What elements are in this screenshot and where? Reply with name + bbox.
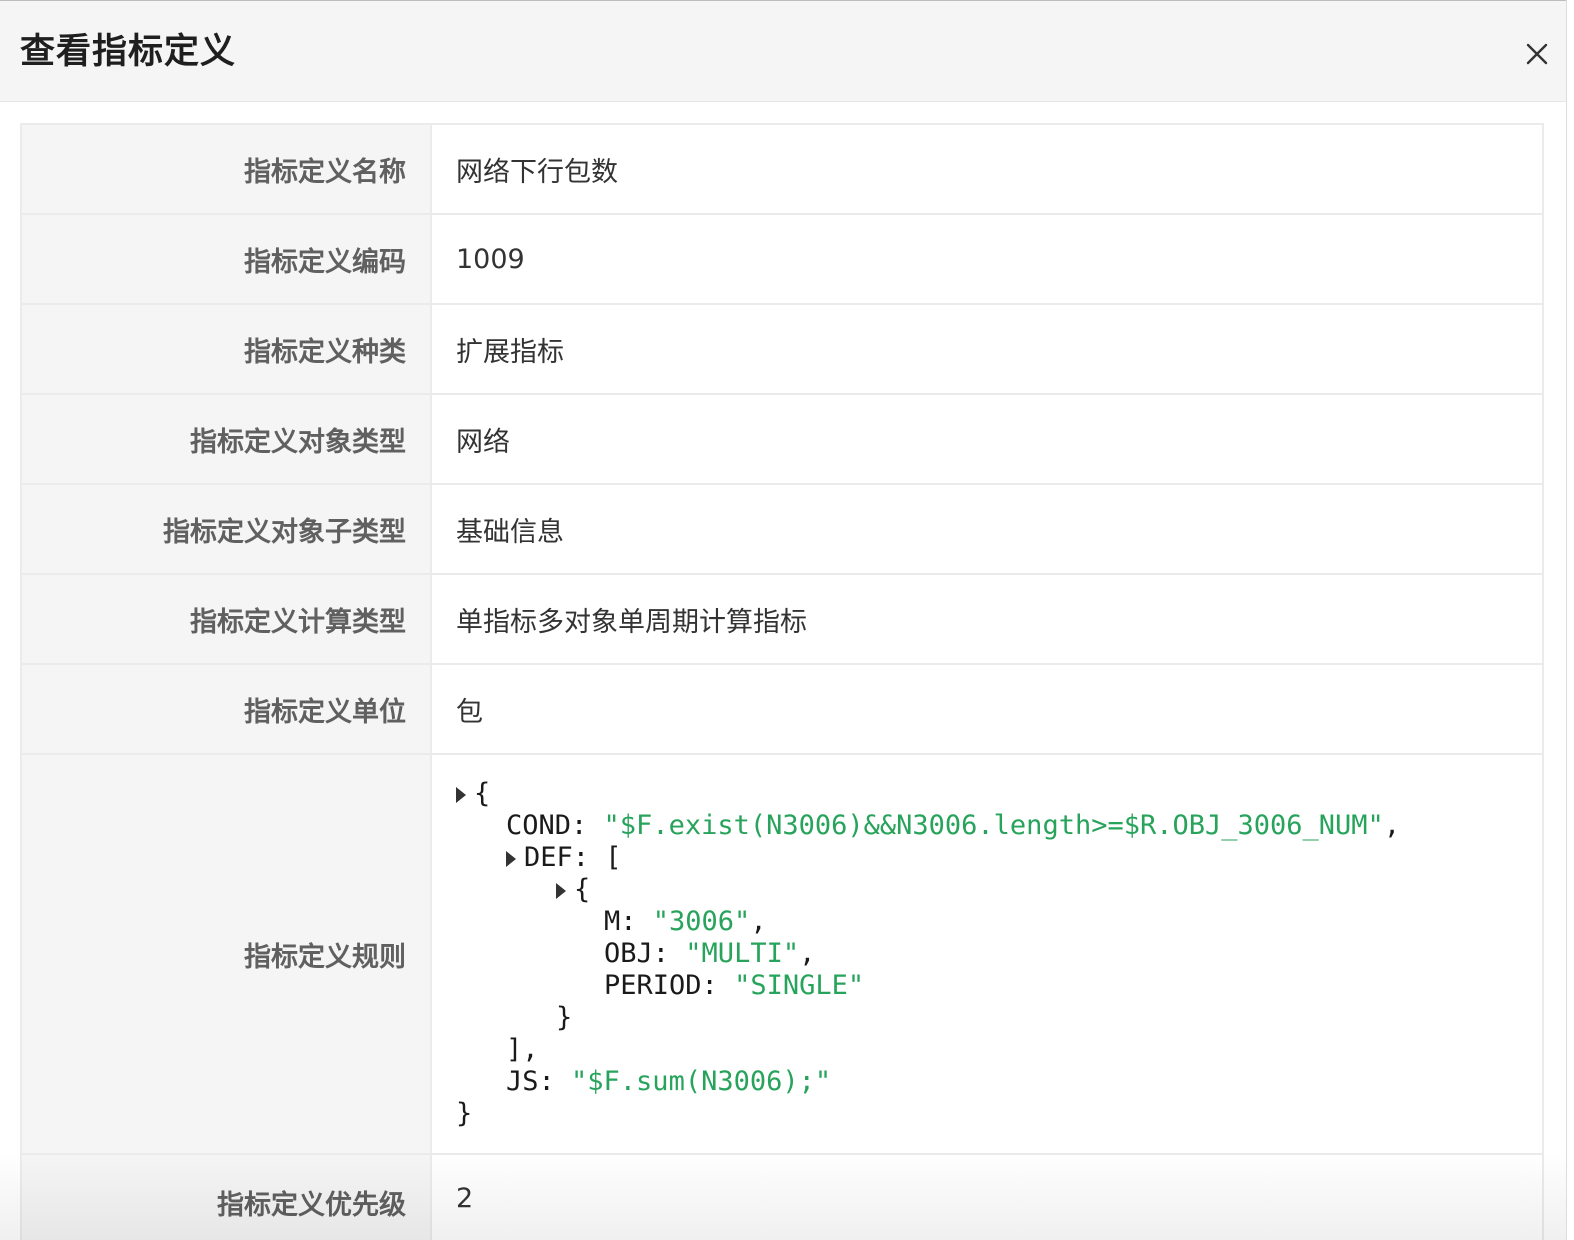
field-value: 包 xyxy=(430,663,1544,755)
close-button[interactable] xyxy=(1520,37,1554,71)
json-bracket: [ xyxy=(605,842,622,873)
json-def-close-line: ], xyxy=(456,1034,1542,1066)
field-value: 单指标多对象单周期计算指标 xyxy=(430,573,1544,665)
json-key: M xyxy=(604,906,621,937)
json-key: OBJ xyxy=(604,938,653,969)
json-brace: { xyxy=(474,778,491,809)
json-js-line: JS: "$F.sum(N3006);" xyxy=(506,1066,832,1097)
scrollbar-track[interactable] xyxy=(1566,0,1574,1240)
json-key: JS xyxy=(506,1066,539,1097)
json-obj-line: OBJ: "MULTI", xyxy=(604,938,816,969)
detail-row-priority: 指标定义优先级 2 xyxy=(20,1153,1544,1240)
json-key: PERIOD xyxy=(604,970,702,1001)
view-indicator-dialog: 查看指标定义 指标定义名称 网络下行包数 指标定义编码 1009 指标定义种类 … xyxy=(0,0,1574,1240)
json-string: "$F.exist(N3006)&&N3006.length>=$R.OBJ_3… xyxy=(603,810,1384,841)
field-value: 网络下行包数 xyxy=(430,123,1544,215)
detail-row-kind: 指标定义种类 扩展指标 xyxy=(20,303,1544,395)
field-value: 网络 xyxy=(430,393,1544,485)
json-key: DEF xyxy=(524,842,573,873)
json-m-line: M: "3006", xyxy=(604,906,767,937)
json-brace: } xyxy=(556,1002,573,1033)
field-label: 指标定义优先级 xyxy=(20,1153,432,1240)
field-label: 指标定义规则 xyxy=(20,753,432,1155)
json-key: COND xyxy=(506,810,572,841)
caret-right-icon[interactable] xyxy=(456,787,466,803)
caret-right-icon[interactable] xyxy=(506,851,516,867)
json-brace: } xyxy=(456,1098,473,1129)
field-label: 指标定义单位 xyxy=(20,663,432,755)
field-label: 指标定义计算类型 xyxy=(20,573,432,665)
detail-row-name: 指标定义名称 网络下行包数 xyxy=(20,123,1544,215)
field-label: 指标定义种类 xyxy=(20,303,432,395)
json-period-line: PERIOD: "SINGLE" xyxy=(604,970,865,1001)
json-bracket: ], xyxy=(506,1034,539,1065)
detail-row-object-type: 指标定义对象类型 网络 xyxy=(20,393,1544,485)
field-value: 2 xyxy=(430,1153,1544,1240)
json-brace: { xyxy=(574,874,591,905)
dialog-title: 查看指标定义 xyxy=(20,32,237,72)
json-string: "$F.sum(N3006);" xyxy=(571,1066,832,1097)
field-label: 指标定义编码 xyxy=(20,213,432,305)
field-label: 指标定义对象子类型 xyxy=(20,483,432,575)
detail-row-object-subtype: 指标定义对象子类型 基础信息 xyxy=(20,483,1544,575)
detail-row-code: 指标定义编码 1009 xyxy=(20,213,1544,305)
json-item-line: { xyxy=(456,874,1542,906)
json-def-line: DEF: [ xyxy=(456,842,1542,874)
field-label: 指标定义对象类型 xyxy=(20,393,432,485)
rule-json-viewer: { COND: "$F.exist(N3006)&&N3006.length>=… xyxy=(430,753,1544,1155)
json-root-line: { xyxy=(456,778,1542,810)
detail-row-calc-type: 指标定义计算类型 单指标多对象单周期计算指标 xyxy=(20,573,1544,665)
detail-row-rule: 指标定义规则 { COND: "$F.exist(N3006)&&N3006.l… xyxy=(20,753,1544,1155)
dialog-header: 查看指标定义 xyxy=(0,0,1566,102)
field-label: 指标定义名称 xyxy=(20,123,432,215)
indicator-detail-table: 指标定义名称 网络下行包数 指标定义编码 1009 指标定义种类 扩展指标 指标… xyxy=(20,123,1544,1240)
json-tree: { COND: "$F.exist(N3006)&&N3006.length>=… xyxy=(456,756,1542,1152)
field-value: 扩展指标 xyxy=(430,303,1544,395)
json-string: "3006" xyxy=(652,906,751,937)
caret-right-icon[interactable] xyxy=(556,883,566,899)
json-string: "SINGLE" xyxy=(734,970,865,1001)
field-value: 基础信息 xyxy=(430,483,1544,575)
json-cond-line: COND: "$F.exist(N3006)&&N3006.length>=$R… xyxy=(506,810,1401,841)
json-string: "MULTI" xyxy=(685,938,800,969)
json-item-close-line: } xyxy=(456,1002,1542,1034)
close-icon xyxy=(1526,43,1548,65)
detail-row-unit: 指标定义单位 包 xyxy=(20,663,1544,755)
field-value: 1009 xyxy=(430,213,1544,305)
json-root-close-line: } xyxy=(456,1098,1542,1130)
